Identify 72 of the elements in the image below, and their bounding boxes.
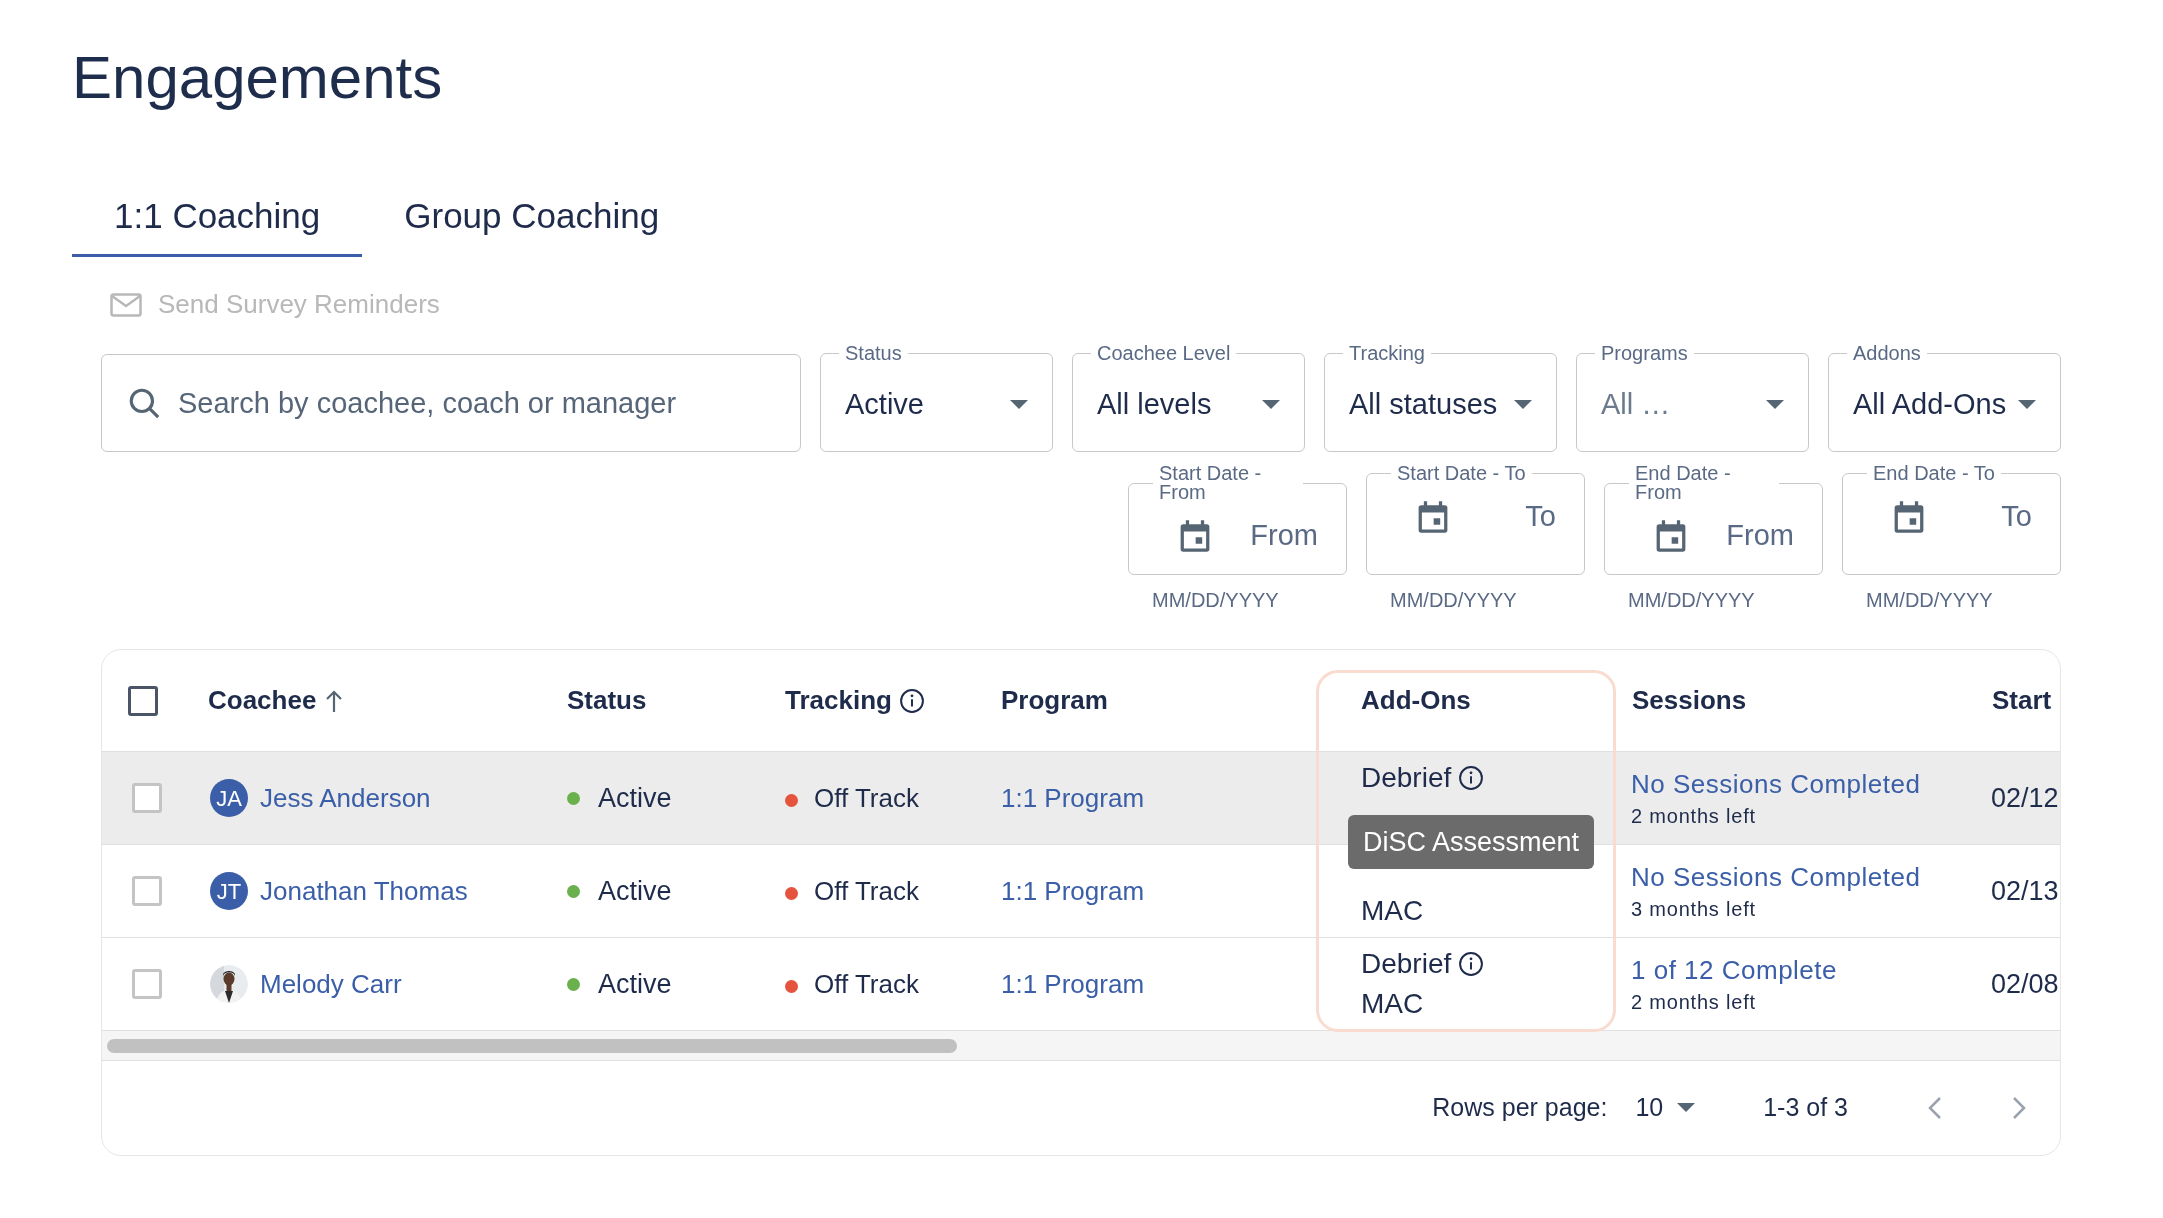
filter-select[interactable]: Addons All Add-Ons <box>1828 342 2061 452</box>
sessions-link[interactable]: 1 of 12 Complete <box>1631 954 1837 986</box>
calendar-icon <box>1655 519 1687 553</box>
table-cell: 02/08 <box>1991 968 2059 999</box>
tab[interactable]: 1:1 Coaching <box>72 190 363 257</box>
program-link[interactable]: 1:1 Program <box>1001 968 1145 999</box>
chevron-left-icon <box>1928 1096 1942 1120</box>
table-cell: 02/12 <box>1991 782 2059 813</box>
table-cell-text: Active <box>598 781 672 815</box>
tooltip: DiSC Assessment <box>1348 815 1595 869</box>
avatar: JA <box>210 779 248 817</box>
checkbox[interactable] <box>128 685 158 716</box>
caret-icon <box>1677 1103 1696 1113</box>
date-field[interactable]: End Date - From From <box>1604 464 1823 575</box>
checkbox[interactable] <box>132 783 162 813</box>
checkbox[interactable] <box>132 876 162 906</box>
mail-icon <box>110 292 142 317</box>
caret-icon <box>1010 400 1028 410</box>
date-format-hint: MM/DD/YYYY <box>1628 588 1755 613</box>
caret-icon <box>2018 400 2036 410</box>
calendar-icon <box>1893 500 1925 534</box>
filter-select[interactable]: Tracking All statuses <box>1324 342 1557 452</box>
column-header[interactable]: Status <box>567 681 647 720</box>
column-header[interactable]: Sessions <box>1632 681 1747 720</box>
chevron-right-icon <box>2012 1096 2026 1120</box>
filter-select[interactable]: Coachee Level All levels <box>1072 342 1305 452</box>
coachee-link[interactable]: Jonathan Thomas <box>260 871 468 911</box>
page-range: 1-3 of 3 <box>1763 1092 1848 1124</box>
table-cell-text: Off Track <box>814 781 919 815</box>
search-icon <box>127 386 161 420</box>
sessions-link[interactable]: No Sessions Completed <box>1631 861 1921 893</box>
time-remaining: 2 months left <box>1631 804 1756 828</box>
page-title: Engagements <box>72 43 443 113</box>
date-format-hint: MM/DD/YYYY <box>1866 588 1993 613</box>
search-field[interactable]: Search by coachee, coach or manager <box>101 354 801 452</box>
caret-icon <box>1514 400 1532 410</box>
date-field[interactable]: End Date - To To <box>1842 464 2061 575</box>
calendar-icon <box>1179 519 1211 553</box>
column-header[interactable]: Add-Ons <box>1361 681 1471 720</box>
program-link[interactable]: 1:1 Program <box>1001 875 1145 906</box>
coachee-link[interactable]: Jess Anderson <box>260 778 431 818</box>
caret-icon <box>1262 400 1280 410</box>
table-cell-text: Off Track <box>814 874 919 908</box>
caret-icon <box>1766 400 1784 410</box>
table-cell-text: Active <box>598 967 672 1001</box>
table-cell-text: Active <box>598 874 672 908</box>
addon-label: Debrief <box>1361 761 1452 795</box>
date-format-hint: MM/DD/YYYY <box>1390 588 1517 613</box>
table-cell: 02/13 <box>1991 875 2059 906</box>
tab[interactable]: Group Coaching <box>362 190 702 257</box>
date-field[interactable]: Start Date - From From <box>1128 464 1347 575</box>
column-header[interactable]: Tracking <box>785 681 892 720</box>
avatar: JT <box>210 872 248 910</box>
time-remaining: 3 months left <box>1631 897 1756 921</box>
addon-label: MAC <box>1361 894 1424 928</box>
checkbox[interactable] <box>132 969 162 999</box>
table-cell-text: Off Track <box>814 967 919 1001</box>
time-remaining: 2 months left <box>1631 990 1756 1014</box>
addon-label: Debrief <box>1361 947 1452 981</box>
addon-label: MAC <box>1361 987 1424 1021</box>
date-field[interactable]: Start Date - To To <box>1366 464 1585 575</box>
scrollbar-thumb[interactable] <box>107 1038 957 1053</box>
column-header[interactable]: Coachee <box>208 681 317 720</box>
date-format-hint: MM/DD/YYYY <box>1152 588 1279 613</box>
sessions-link[interactable]: No Sessions Completed <box>1631 768 1921 800</box>
column-header[interactable]: Start <box>1992 681 2052 720</box>
coachee-link[interactable]: Melody Carr <box>260 964 402 1004</box>
rows-per-page-select[interactable]: 10 <box>1635 1089 1696 1127</box>
column-header[interactable]: Program <box>1001 681 1108 720</box>
rows-per-page-label: Rows per page: <box>1432 1092 1608 1124</box>
program-link[interactable]: 1:1 Program <box>1001 782 1145 813</box>
calendar-icon <box>1417 500 1449 534</box>
